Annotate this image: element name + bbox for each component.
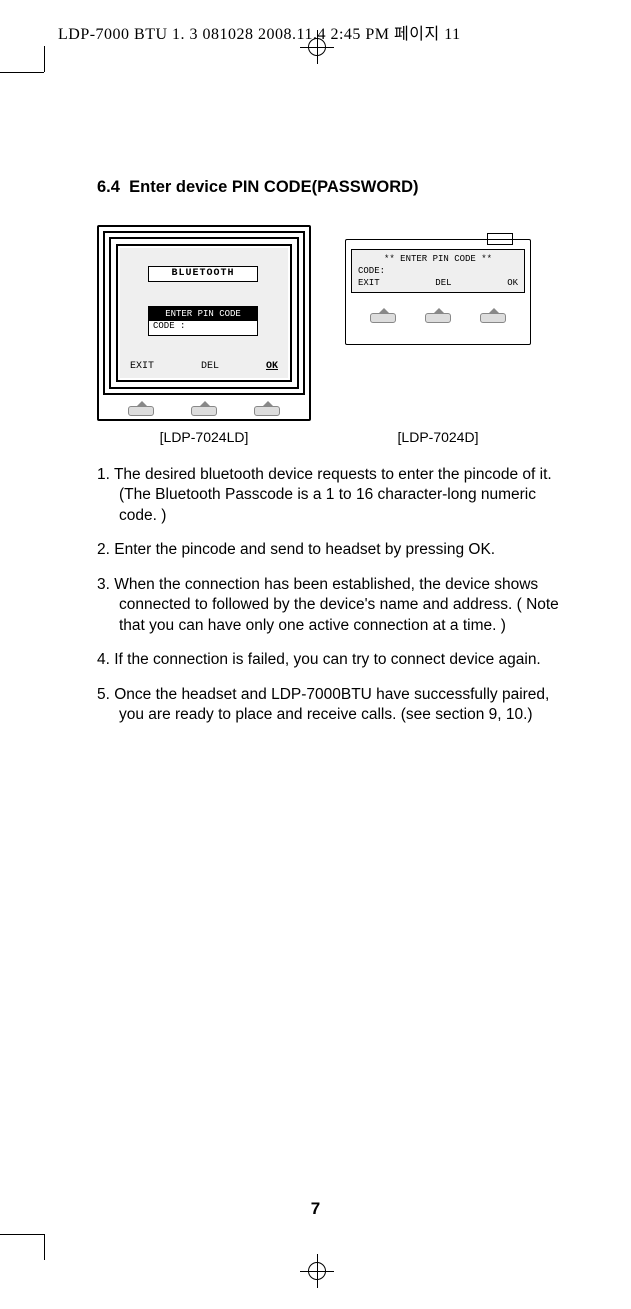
step-2: 2. Enter the pincode and send to headset… <box>97 540 562 560</box>
lcd-softkey-row: EXIT DEL OK <box>120 361 288 372</box>
softkey-exit-label: EXIT <box>130 361 154 372</box>
crop-mark <box>44 46 45 72</box>
hardkey-button <box>480 313 506 323</box>
hardkey-button <box>370 313 396 323</box>
section-heading: 6.4 Enter device PIN CODE(PASSWORD) <box>97 178 562 197</box>
hardkey-row <box>97 398 311 418</box>
step-3: 3. When the connection has been establis… <box>97 575 562 636</box>
instruction-list: 1. The desired bluetooth device requests… <box>97 465 562 726</box>
hardkey-button <box>254 406 280 416</box>
figure-row: BLUETOOTH ENTER PIN CODE CODE : EXIT DEL… <box>97 225 562 421</box>
figure-caption-2: [LDP-7024D] <box>345 429 531 445</box>
lcd2-softkey-ok: OK <box>507 278 518 288</box>
lcd2-softkey-exit: EXIT <box>358 278 380 288</box>
document-page: LDP-7000 BTU 1. 3 081028 2008.11.4 2:45 … <box>0 0 631 1309</box>
figure-ldp-7024d: ** ENTER PIN CODE ** CODE: EXIT DEL OK <box>345 239 531 345</box>
page-number: 7 <box>0 1199 631 1219</box>
hardkey-button <box>128 406 154 416</box>
lcd-enter-box: ENTER PIN CODE CODE : <box>148 306 258 336</box>
softkey-ok-label: OK <box>266 361 278 372</box>
lcd-screen: ** ENTER PIN CODE ** CODE: EXIT DEL OK <box>351 249 525 293</box>
crop-mark <box>0 72 44 73</box>
page-content: 6.4 Enter device PIN CODE(PASSWORD) BLUE… <box>97 178 562 740</box>
hardkey-button <box>425 313 451 323</box>
step-1: 1. The desired bluetooth device requests… <box>97 465 562 526</box>
softkey-del-label: DEL <box>201 361 219 372</box>
registration-mark-bottom <box>300 1254 334 1288</box>
lcd-code-line: CODE : <box>153 321 185 331</box>
section-title: Enter device PIN CODE(PASSWORD) <box>129 178 418 196</box>
hardkey-row <box>345 305 531 329</box>
crop-mark <box>0 1234 44 1235</box>
lcd-title: BLUETOOTH <box>148 266 258 282</box>
hardkey-button <box>191 406 217 416</box>
lcd2-row2: CODE: <box>358 266 518 276</box>
lcd2-softkey-del: DEL <box>435 278 451 288</box>
crop-mark <box>44 1234 45 1260</box>
figure-caption-1: [LDP-7024LD] <box>97 429 311 445</box>
step-5: 5. Once the headset and LDP-7000BTU have… <box>97 685 562 726</box>
lcd-enter-line: ENTER PIN CODE <box>149 307 257 321</box>
figure-caption-row: [LDP-7024LD] [LDP-7024D] <box>97 429 562 445</box>
section-number: 6.4 <box>97 178 120 196</box>
registration-mark-top <box>300 30 334 64</box>
figure-ldp-7024ld: BLUETOOTH ENTER PIN CODE CODE : EXIT DEL… <box>97 225 311 421</box>
printer-mark-text: LDP-7000 BTU 1. 3 081028 2008.11.4 2:45 … <box>58 20 461 44</box>
lcd2-row1: ** ENTER PIN CODE ** <box>358 254 518 264</box>
step-4: 4. If the connection is failed, you can … <box>97 650 562 670</box>
